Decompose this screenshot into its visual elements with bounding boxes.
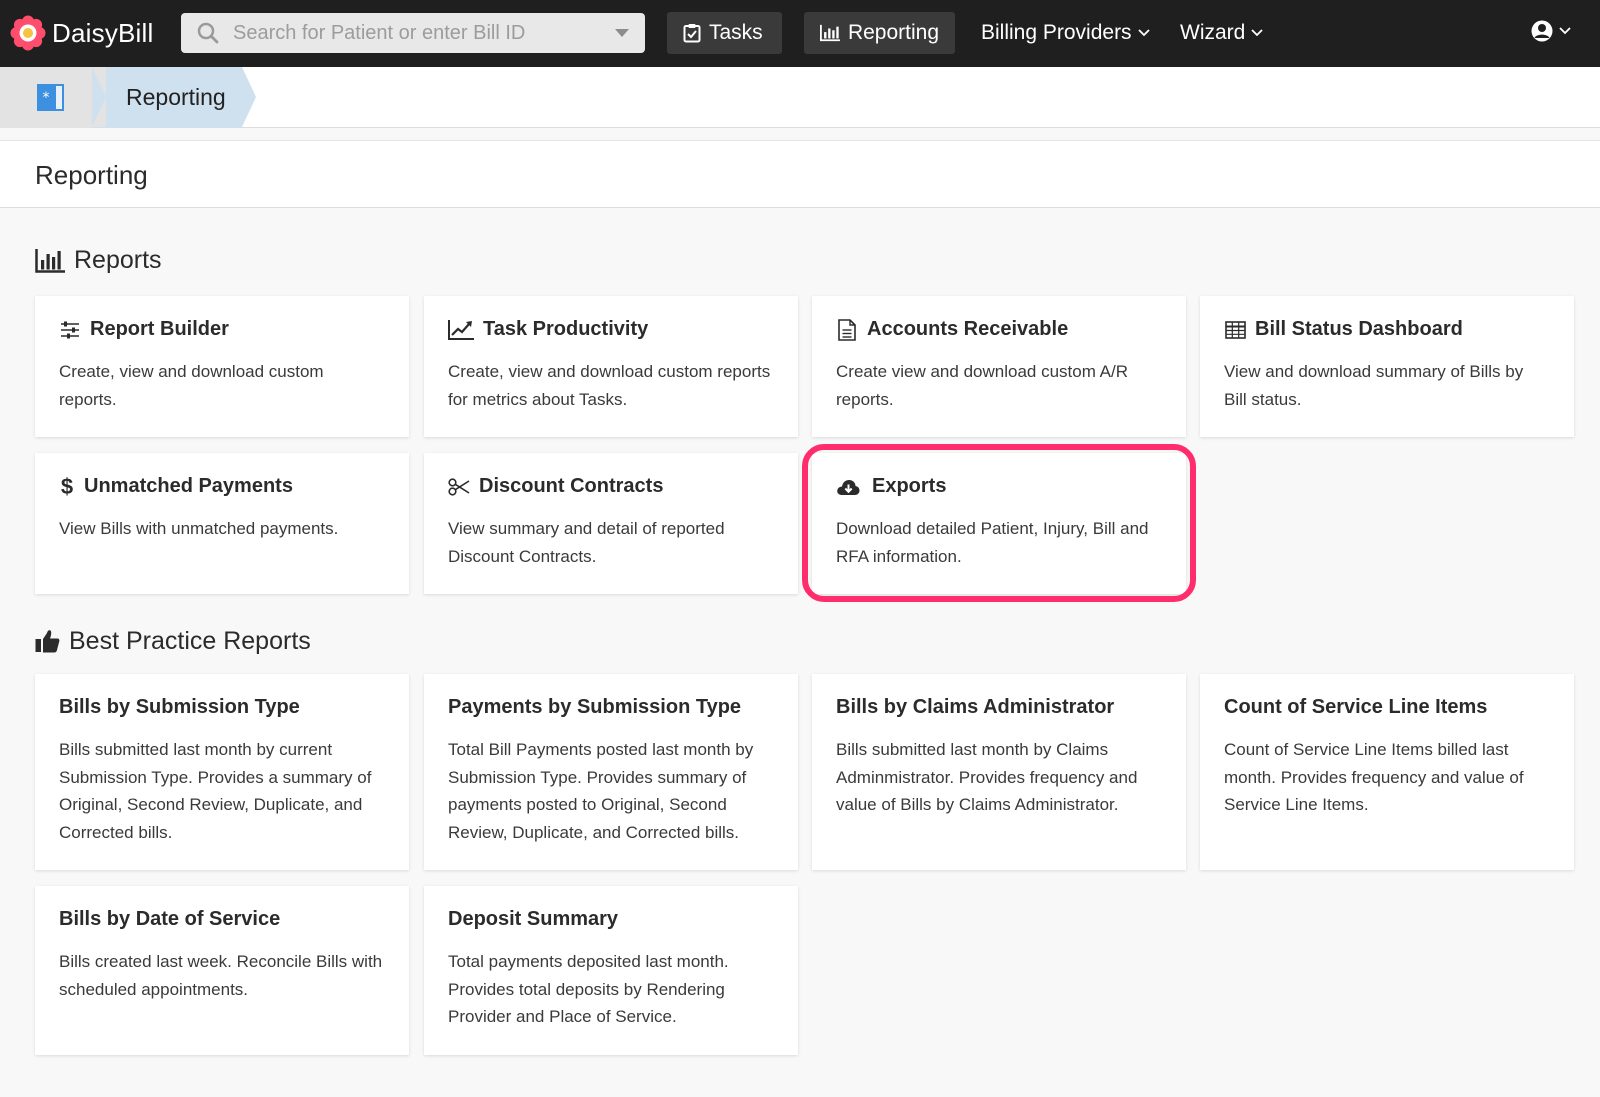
search-input[interactable] bbox=[233, 21, 613, 45]
report-card-exports[interactable]: Exports Download detailed Patient, Injur… bbox=[812, 453, 1186, 594]
breadcrumb: * Reporting bbox=[0, 67, 1600, 128]
report-card-bill-status-dashboard[interactable]: Bill Status Dashboard View and download … bbox=[1200, 296, 1574, 437]
chevron-down-icon bbox=[1251, 29, 1263, 37]
card-description: Create view and download custom A/R repo… bbox=[836, 362, 1128, 409]
card-title: Discount Contracts bbox=[479, 475, 664, 497]
brand-link[interactable]: DaisyBill bbox=[10, 14, 153, 52]
user-menu[interactable] bbox=[1530, 19, 1571, 43]
card-title: Count of Service Line Items bbox=[1224, 696, 1488, 718]
page-header: Reporting bbox=[0, 140, 1600, 208]
scissors-icon bbox=[448, 476, 470, 498]
best-practice-card-bills-by-submission-type[interactable]: Bills by Submission Type Bills submitted… bbox=[35, 674, 409, 870]
card-title: Task Productivity bbox=[483, 318, 649, 340]
card-title: Report Builder bbox=[90, 318, 229, 340]
wizard-menu[interactable]: Wizard bbox=[1180, 12, 1263, 54]
top-navbar: DaisyBill Tasks Reporting Billing Provid… bbox=[0, 0, 1600, 67]
user-circle-icon bbox=[1531, 20, 1553, 42]
best-practice-card-deposit-summary[interactable]: Deposit Summary Total payments deposited… bbox=[424, 886, 798, 1055]
best-practice-card-bills-by-date-of-service[interactable]: Bills by Date of Service Bills created l… bbox=[35, 886, 409, 1055]
card-title: Unmatched Payments bbox=[84, 475, 293, 497]
card-title: Bills by Date of Service bbox=[59, 908, 281, 930]
card-description: Download detailed Patient, Injury, Bill … bbox=[836, 519, 1149, 566]
card-description: View and download summary of Bills by Bi… bbox=[1224, 362, 1524, 409]
billing-providers-label: Billing Providers bbox=[981, 21, 1132, 44]
card-title: Bill Status Dashboard bbox=[1255, 318, 1463, 340]
best-practice-card-count-of-service-line-items[interactable]: Count of Service Line Items Count of Ser… bbox=[1200, 674, 1574, 870]
card-title: Bills by Submission Type bbox=[59, 696, 300, 718]
card-title: Exports bbox=[872, 475, 947, 497]
report-card-task-productivity[interactable]: Task Productivity Create, view and downl… bbox=[424, 296, 798, 437]
reports-heading: Reports bbox=[35, 246, 162, 275]
best-practice-card-payments-by-submission-type[interactable]: Payments by Submission Type Total Bill P… bbox=[424, 674, 798, 870]
report-card-unmatched-payments[interactable]: $ Unmatched Payments View Bills with unm… bbox=[35, 453, 409, 594]
best-practice-card-bills-by-claims-administrator[interactable]: Bills by Claims Administrator Bills subm… bbox=[812, 674, 1186, 870]
search-dropdown-icon[interactable] bbox=[615, 29, 629, 37]
card-title: Bills by Claims Administrator bbox=[836, 696, 1115, 718]
bar-chart-icon bbox=[35, 248, 65, 273]
card-description: Create, view and download custom reports… bbox=[448, 362, 771, 409]
best-practice-heading-label: Best Practice Reports bbox=[69, 627, 311, 655]
card-title: Deposit Summary bbox=[448, 908, 619, 930]
card-description: View Bills with unmatched payments. bbox=[59, 519, 339, 538]
cloud-download-icon bbox=[836, 476, 860, 498]
bar-chart-icon bbox=[820, 24, 840, 42]
dollar-icon: $ bbox=[60, 473, 74, 499]
billing-providers-menu[interactable]: Billing Providers bbox=[981, 12, 1150, 54]
tasks-label: Tasks bbox=[709, 21, 763, 44]
clipboard-check-icon bbox=[683, 24, 701, 43]
svg-text:*: * bbox=[43, 90, 50, 106]
chevron-down-icon bbox=[1137, 29, 1150, 37]
thumbs-up-icon bbox=[35, 630, 60, 653]
card-description: Total Bill Payments posted last month by… bbox=[448, 740, 754, 842]
report-card-accounts-receivable[interactable]: Accounts Receivable Create view and down… bbox=[812, 296, 1186, 437]
daisy-logo-icon bbox=[10, 15, 46, 51]
card-description: Count of Service Line Items billed last … bbox=[1224, 740, 1524, 814]
card-description: Bills created last week. Reconcile Bills… bbox=[59, 952, 383, 999]
card-description: Bills submitted last month by current Su… bbox=[59, 740, 372, 842]
chevron-down-icon bbox=[1559, 27, 1571, 35]
page-title: Reporting bbox=[35, 160, 148, 190]
best-practice-heading: Best Practice Reports bbox=[35, 627, 311, 656]
card-description: Total payments deposited last month. Pro… bbox=[448, 952, 729, 1026]
wizard-label: Wizard bbox=[1180, 21, 1246, 44]
card-title: Payments by Submission Type bbox=[448, 696, 742, 718]
line-chart-icon bbox=[448, 319, 474, 341]
card-description: View summary and detail of reported Disc… bbox=[448, 519, 725, 566]
card-description: Create, view and download custom reports… bbox=[59, 362, 324, 409]
table-icon bbox=[1224, 319, 1246, 341]
card-description: Bills submitted last month by Claims Adm… bbox=[836, 740, 1138, 814]
breadcrumb-home[interactable]: * bbox=[0, 67, 106, 128]
tasks-button[interactable]: Tasks bbox=[667, 12, 782, 54]
reporting-button[interactable]: Reporting bbox=[804, 12, 955, 54]
search-icon bbox=[197, 22, 219, 44]
document-icon bbox=[836, 318, 858, 341]
card-title: Accounts Receivable bbox=[867, 318, 1069, 340]
reporting-label: Reporting bbox=[847, 21, 939, 44]
breadcrumb-reporting[interactable]: Reporting bbox=[92, 67, 256, 128]
patient-search[interactable] bbox=[181, 13, 645, 53]
sliders-icon bbox=[59, 319, 81, 341]
medical-bill-icon: * bbox=[37, 84, 64, 111]
reports-heading-label: Reports bbox=[74, 246, 162, 274]
report-card-discount-contracts[interactable]: Discount Contracts View summary and deta… bbox=[424, 453, 798, 594]
report-card-report-builder[interactable]: Report Builder Create, view and download… bbox=[35, 296, 409, 437]
brand-name: DaisyBill bbox=[52, 17, 154, 48]
breadcrumb-label: Reporting bbox=[126, 84, 226, 110]
